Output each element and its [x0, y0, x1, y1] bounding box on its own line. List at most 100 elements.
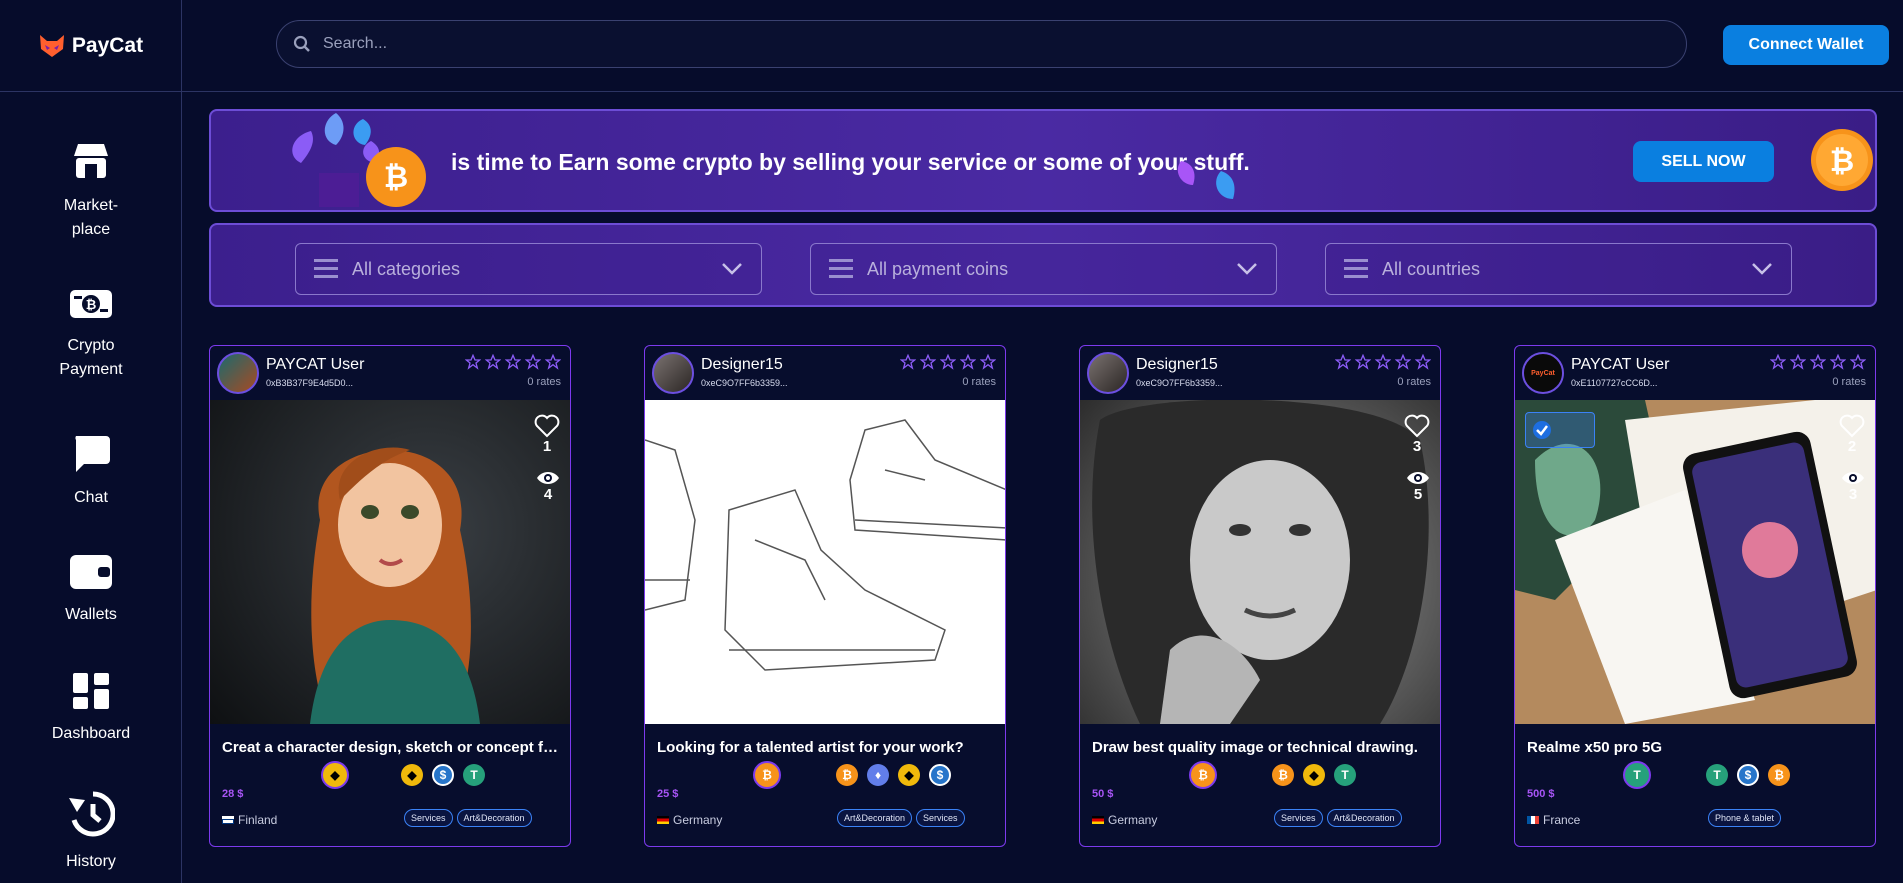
- product-title[interactable]: Creat a character design, sketch or conc…: [222, 739, 562, 756]
- sidebar-item-label: Dashboard: [51, 725, 131, 742]
- tether-coin-icon: T: [1623, 761, 1651, 789]
- country: France: [1527, 813, 1580, 827]
- category-select[interactable]: All categories: [295, 243, 762, 295]
- rating-stars[interactable]: [1335, 354, 1431, 370]
- sneaker-sketch-illustration: [645, 419, 1005, 671]
- eye-icon: [1407, 472, 1429, 484]
- rating-stars[interactable]: [465, 354, 561, 370]
- svg-text:₿: ₿: [384, 160, 408, 195]
- sidebar-item-wallets[interactable]: Wallets: [0, 551, 182, 627]
- payment-coins: ₿ ₿ ◆ T: [1080, 758, 1440, 789]
- promo-banner: ₿ is time to Earn some crypto by selling…: [209, 109, 1877, 212]
- sidebar-item-chat[interactable]: Chat: [0, 432, 182, 510]
- usdc-coin-icon: $: [432, 764, 454, 786]
- star-icon: [1335, 354, 1351, 370]
- avatar[interactable]: PayCat: [1522, 352, 1564, 394]
- avatar[interactable]: [652, 352, 694, 394]
- sidebar-item-marketplace[interactable]: Market- place: [0, 140, 182, 242]
- tag[interactable]: Phone & tablet: [1708, 809, 1782, 827]
- leaves-decoration-icon: [1177, 161, 1235, 199]
- sidebar-item-dashboard[interactable]: Dashboard: [0, 672, 182, 746]
- bitcoin-coin-icon: ₿: [1189, 761, 1217, 789]
- bnb-coin-icon: ◆: [401, 764, 423, 786]
- tag[interactable]: Services: [404, 809, 453, 827]
- menu-icon: [1344, 259, 1368, 278]
- search-input[interactable]: [323, 35, 1623, 53]
- country-select[interactable]: All countries: [1325, 243, 1792, 295]
- search-box[interactable]: [276, 20, 1687, 68]
- country: Germany: [657, 813, 722, 827]
- seller-name[interactable]: PAYCAT User: [1571, 356, 1669, 374]
- rating-stars[interactable]: [1770, 354, 1866, 370]
- seller-name[interactable]: Designer15: [701, 356, 783, 374]
- seller-name[interactable]: PAYCAT User: [266, 356, 364, 374]
- product-image[interactable]: 2 3: [1515, 400, 1875, 724]
- bnb-coin-icon: ◆: [1303, 764, 1325, 786]
- country-name: Finland: [238, 813, 278, 827]
- connect-wallet-button[interactable]: Connect Wallet: [1723, 25, 1889, 65]
- star-icon: [1770, 354, 1786, 370]
- payment-coins: ₿ ₿ ♦ ◆ $: [645, 758, 1005, 789]
- product-image[interactable]: 3 5: [1080, 400, 1440, 724]
- chevron-down-icon: [1752, 263, 1772, 275]
- tag[interactable]: Art&Decoration: [456, 809, 532, 827]
- tag[interactable]: Art&Decoration: [837, 809, 913, 827]
- tether-coin-icon: T: [1334, 764, 1356, 786]
- heart-icon: [534, 414, 560, 438]
- sidebar-item-history[interactable]: History: [0, 790, 182, 874]
- views-count: 4: [543, 486, 553, 503]
- sidebar-item-label: History: [66, 853, 116, 870]
- seller-address: 0xeC9O7FF6b3359...: [701, 378, 788, 388]
- country-name: Germany: [1108, 813, 1158, 827]
- favorite-toggle[interactable]: 1: [534, 414, 560, 455]
- country: Finland: [222, 813, 277, 827]
- rates-count: 0 rates: [1832, 376, 1866, 388]
- tag[interactable]: Services: [1274, 809, 1323, 827]
- product-title[interactable]: Realme x50 pro 5G: [1527, 739, 1867, 756]
- product-image[interactable]: 1 4: [210, 400, 570, 724]
- logo[interactable]: PayCat: [0, 0, 181, 92]
- product-image[interactable]: [645, 400, 1005, 724]
- star-icon: [960, 354, 976, 370]
- eye-icon: [1842, 472, 1864, 484]
- favorite-toggle[interactable]: 3: [1404, 414, 1430, 455]
- price: 50 $: [1092, 788, 1114, 800]
- sidebar-item-label: Wallets: [65, 606, 117, 623]
- logo-text: PayCat: [71, 33, 144, 57]
- category-select-value: All categories: [352, 258, 461, 279]
- check-circle-icon: [1533, 421, 1551, 439]
- tag-list: Phone & tablet: [1708, 809, 1782, 827]
- product-card[interactable]: PAYCAT User 0xB3B37F9E4d5D0... 0 rates 1…: [209, 345, 571, 847]
- tag[interactable]: Services: [916, 809, 965, 827]
- product-card[interactable]: PayCat PAYCAT User 0xE1107727cCC6D... 0 …: [1514, 345, 1876, 847]
- flag-germany-icon: [657, 816, 669, 824]
- plant-bitcoin-illustration: ₿: [292, 113, 426, 207]
- sidebar-item-crypto-payment[interactable]: ₿ Crypto Payment: [0, 286, 182, 382]
- payment-coin-select[interactable]: All payment coins: [810, 243, 1277, 295]
- sidebar-item-label: Crypto Payment: [59, 337, 123, 378]
- product-card[interactable]: Designer15 0xeC9O7FF6b3359... 0 rates 3 …: [1079, 345, 1441, 847]
- flag-france-icon: [1527, 816, 1539, 824]
- svg-text:₿: ₿: [1830, 144, 1854, 179]
- rating-stars[interactable]: [900, 354, 996, 370]
- product-card[interactable]: Designer15 0xeC9O7FF6b3359... 0 rates Lo…: [644, 345, 1006, 847]
- star-icon: [920, 354, 936, 370]
- tag[interactable]: Art&Decoration: [1326, 809, 1402, 827]
- avatar[interactable]: [1087, 352, 1129, 394]
- views-counter: 4: [536, 470, 560, 503]
- product-title[interactable]: Draw best quality image or technical dra…: [1092, 739, 1432, 756]
- price: 28 $: [222, 788, 244, 800]
- rates-count: 0 rates: [527, 376, 561, 388]
- star-icon: [1810, 354, 1826, 370]
- bitcoin-coin-icon: ₿: [753, 761, 781, 789]
- seller-name[interactable]: Designer15: [1136, 356, 1218, 374]
- bitcoin-bill-icon: ₿: [70, 290, 112, 318]
- avatar[interactable]: [217, 352, 259, 394]
- chevron-down-icon: [722, 263, 742, 275]
- sell-now-button[interactable]: SELL NOW: [1633, 141, 1774, 182]
- bitcoin-coin-icon: ₿: [836, 764, 858, 786]
- favorite-toggle[interactable]: 2: [1839, 414, 1865, 455]
- product-title[interactable]: Looking for a talented artist for your w…: [657, 739, 997, 756]
- cat-logo-icon: [39, 34, 64, 57]
- portrait-drawing-illustration: [1092, 400, 1429, 724]
